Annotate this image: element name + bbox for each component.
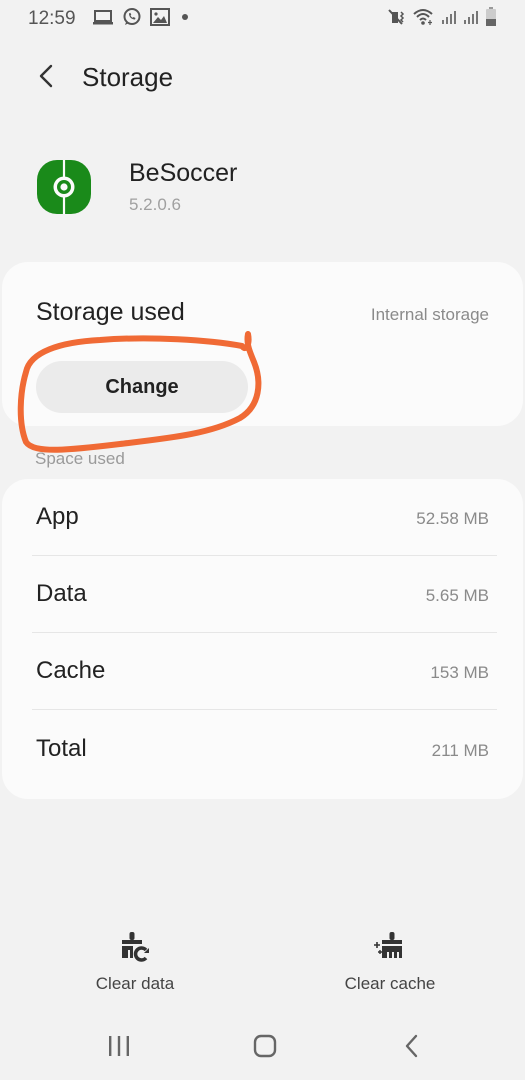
home-icon: [252, 1033, 278, 1064]
dot-icon: [178, 10, 192, 29]
clear-cache-broom-icon: [373, 930, 407, 966]
space-row-app: App 52.58 MB: [2, 479, 523, 556]
besoccer-app-icon: [36, 159, 92, 215]
app-info: BeSoccer 5.2.0.6: [0, 155, 525, 225]
row-value: 211 MB: [431, 741, 489, 760]
clear-data-button[interactable]: Clear data: [85, 930, 185, 994]
wifi-icon: [413, 8, 435, 31]
row-value: 52.58 MB: [416, 509, 489, 528]
space-row-total: Total 211 MB: [2, 711, 523, 788]
clear-cache-label: Clear cache: [344, 974, 436, 993]
signal-1-icon: [441, 9, 457, 30]
status-left: 12:59: [28, 7, 192, 32]
back-arrow-icon: [36, 63, 56, 94]
clear-data-broom-icon: [118, 930, 152, 966]
storage-used-label: Storage used: [36, 298, 185, 326]
row-value: 5.65 MB: [425, 586, 489, 605]
row-value: 153 MB: [430, 663, 489, 682]
row-label: Total: [36, 735, 87, 762]
back-button[interactable]: [30, 62, 62, 94]
recents-button[interactable]: [99, 1028, 139, 1068]
space-row-data: Data 5.65 MB: [2, 556, 523, 633]
storage-used-card: Storage used Internal storage Change: [2, 262, 523, 426]
row-label: App: [36, 503, 79, 530]
nav-back-button[interactable]: [392, 1028, 432, 1068]
space-used-card: App 52.58 MB Data 5.65 MB Cache 153 MB T…: [2, 479, 523, 799]
header: Storage: [0, 52, 525, 104]
app-version: 5.2.0.6: [129, 195, 181, 214]
recents-icon: [106, 1034, 132, 1063]
storage-location: Internal storage: [370, 305, 489, 324]
row-label: Data: [36, 580, 87, 607]
laptop-icon: [92, 8, 114, 31]
navigation-bar: [0, 1020, 525, 1075]
gallery-icon: [149, 7, 170, 31]
row-label: Cache: [36, 657, 106, 684]
space-row-cache: Cache 153 MB: [2, 633, 523, 710]
mute-vibrate-icon: [387, 8, 407, 31]
status-right: [387, 6, 497, 32]
change-button[interactable]: Change: [36, 361, 248, 413]
home-button[interactable]: [245, 1028, 285, 1068]
whatsapp-icon: [122, 7, 142, 32]
signal-2-icon: [463, 9, 479, 30]
status-time: 12:59: [28, 8, 76, 29]
clear-cache-button[interactable]: Clear cache: [330, 930, 450, 994]
status-bar: 12:59: [0, 0, 525, 38]
bottom-actions: Clear data Clear cache: [0, 930, 525, 1000]
battery-icon: [485, 6, 497, 32]
clear-data-label: Clear data: [95, 974, 175, 993]
page-title: Storage: [82, 62, 174, 92]
divider: [32, 709, 497, 710]
back-icon: [402, 1033, 422, 1064]
space-used-label: Space used: [35, 449, 125, 468]
app-name: BeSoccer: [129, 159, 238, 187]
